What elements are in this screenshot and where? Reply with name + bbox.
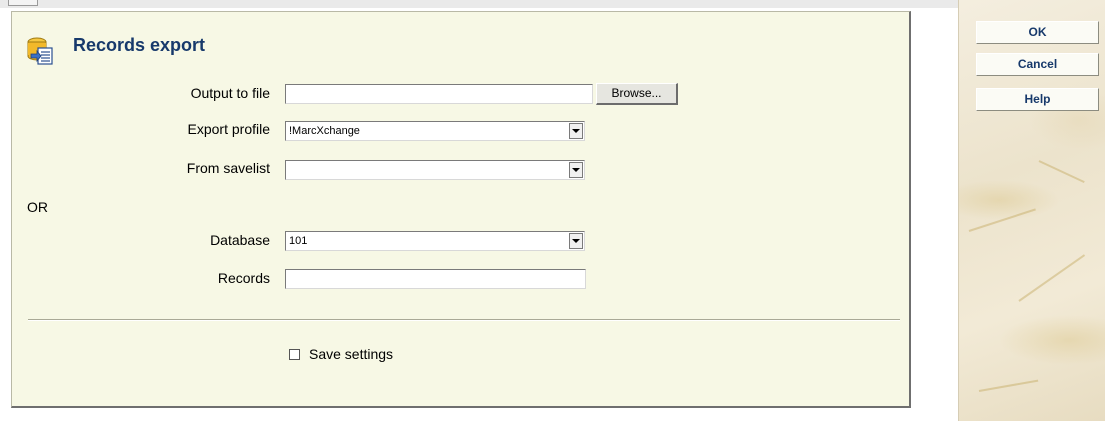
section-divider [28, 319, 900, 321]
export-profile-label: Export profile [187, 121, 270, 137]
chevron-down-icon[interactable] [569, 162, 583, 178]
marble-vein [1038, 160, 1085, 184]
from-savelist-label: From savelist [186, 160, 270, 176]
records-label: Records [217, 270, 270, 286]
export-profile-select[interactable]: !MarcXchange [285, 121, 585, 141]
chevron-down-icon[interactable] [569, 123, 583, 139]
ok-button[interactable]: OK [976, 21, 1099, 44]
from-savelist-select[interactable] [285, 160, 585, 180]
top-strip-tab [8, 0, 38, 6]
records-input[interactable] [285, 269, 586, 289]
save-settings-checkbox[interactable] [289, 349, 300, 360]
browse-button[interactable]: Browse... [596, 83, 678, 105]
or-label: OR [27, 199, 48, 215]
marble-vein [978, 379, 1039, 392]
records-export-dialog: Records export Output to file Browse... … [11, 11, 911, 408]
export-profile-value: !MarcXchange [289, 125, 360, 137]
output-to-file-label: Output to file [190, 85, 270, 101]
button-sidebar: OK Cancel Help [958, 0, 1105, 421]
chevron-down-icon[interactable] [569, 233, 583, 249]
marble-vein [968, 208, 1036, 232]
marble-vein [1018, 254, 1086, 302]
export-database-icon [27, 37, 53, 65]
dialog-title: Records export [73, 35, 206, 55]
database-value: 101 [289, 235, 308, 247]
database-label: Database [210, 232, 270, 248]
top-strip [0, 0, 958, 8]
cancel-button[interactable]: Cancel [976, 53, 1099, 76]
output-to-file-input[interactable] [285, 84, 593, 104]
database-select[interactable]: 101 [285, 231, 585, 251]
help-button[interactable]: Help [976, 88, 1099, 111]
save-settings-label: Save settings [309, 346, 394, 362]
